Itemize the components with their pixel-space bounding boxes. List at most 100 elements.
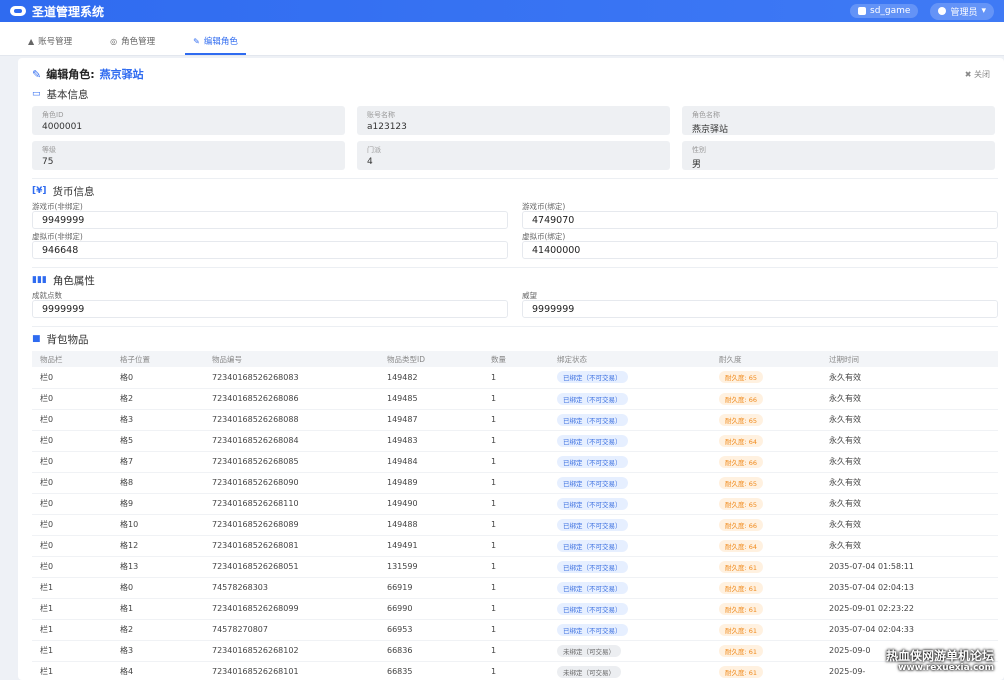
user-avatar-icon — [938, 7, 947, 15]
close-icon: ✖ — [964, 69, 972, 79]
field-label: 游戏币(非绑定) — [32, 202, 83, 211]
user-name: 管理员 — [950, 7, 978, 18]
cell-item-id: 74578268303 — [204, 577, 379, 599]
wallet-icon: [¥] — [32, 186, 47, 196]
prestige: 威望 9999999 — [522, 290, 998, 318]
table-row: 栏1 格1 72340168526268099 66990 1 已绑定（不可交易） 耐久度:… — [32, 598, 998, 620]
bind-status-badge: 已绑定（不可交易） — [557, 497, 628, 510]
edit-icon: ✎ — [193, 36, 200, 46]
col-cell: 格子位置 — [112, 351, 204, 367]
cell-expire: 永久有效 — [821, 388, 998, 410]
cell-durability: 耐久度: 61 — [711, 577, 821, 599]
cell-type-id: 66953 — [379, 619, 483, 641]
chevron-down-icon: ▾ — [981, 6, 986, 16]
id-card-icon: ▭ — [32, 89, 41, 99]
cell-cell: 格2 — [112, 388, 204, 410]
cell-cell: 格1 — [112, 598, 204, 620]
bind-status-badge: 已绑定（不可交易） — [557, 539, 628, 552]
cell-durability: 耐久度: 65 — [711, 367, 821, 389]
cell-expire: 永久有效 — [821, 472, 998, 494]
cell-item-id: 72340168526268051 — [204, 556, 379, 578]
field-value: 4000001 — [42, 122, 83, 132]
achievement-points: 成就点数 9999999 — [32, 290, 508, 318]
cell-expire: 2035-07-04 01:58:11 — [821, 556, 998, 578]
section-title: 基本信息 — [46, 88, 89, 101]
cell-slot: 栏0 — [32, 409, 112, 431]
durability-badge: 耐久度: 64 — [719, 539, 764, 552]
title-prefix: 编辑角色: — [46, 68, 95, 81]
section-title: 背包物品 — [46, 333, 89, 346]
section-attributes: ▮▮▮ 角色属性 — [32, 272, 996, 288]
table-row: 栏0 格9 72340168526268110 149490 1 已绑定（不可交易） 耐久度… — [32, 493, 998, 515]
cell-durability: 耐久度: 65 — [711, 409, 821, 431]
field-label: 游戏币(绑定) — [522, 202, 566, 211]
close-button[interactable]: ✖ 关闭 — [965, 69, 990, 80]
cell-expire: 永久有效 — [821, 367, 998, 389]
durability-badge: 耐久度: 61 — [719, 623, 764, 636]
cell-slot: 栏1 — [32, 661, 112, 680]
cell-durability: 耐久度: 64 — [711, 535, 821, 557]
cell-cell: 格5 — [112, 430, 204, 452]
tab-edit-role[interactable]: ✎ 编辑角色 — [185, 35, 246, 55]
game-coin-bound: 游戏币(绑定) 4749070 — [522, 201, 998, 229]
cell-durability: 耐久度: 61 — [711, 640, 821, 662]
cell-item-id: 72340168526268089 — [204, 514, 379, 536]
cell-type-id: 149482 — [379, 367, 483, 389]
cell-expire: 永久有效 — [821, 451, 998, 473]
cell-type-id: 149485 — [379, 388, 483, 410]
game-coin-bound-input[interactable]: 4749070 — [522, 211, 998, 229]
prestige-input[interactable]: 9999999 — [522, 300, 998, 318]
durability-badge: 耐久度: 65 — [719, 371, 764, 384]
divider — [32, 326, 998, 327]
virtual-coin-bound-input[interactable]: 41400000 — [522, 241, 998, 259]
tab-role-management[interactable]: ◎ 角色管理 — [102, 35, 163, 55]
gamepad-icon — [10, 6, 26, 16]
cell-slot: 栏0 — [32, 367, 112, 389]
cell-type-id: 149488 — [379, 514, 483, 536]
col-type-id: 物品类型ID — [379, 351, 483, 367]
cell-expire: 永久有效 — [821, 514, 998, 536]
durability-badge: 耐久度: 65 — [719, 476, 764, 489]
cell-durability: 耐久度: 61 — [711, 619, 821, 641]
cell-cell: 格9 — [112, 493, 204, 515]
virtual-coin-unbound-input[interactable]: 946648 — [32, 241, 508, 259]
cell-expire: 永久有效 — [821, 493, 998, 515]
achievement-points-input[interactable]: 9999999 — [32, 300, 508, 318]
cell-slot: 栏0 — [32, 430, 112, 452]
bind-status-badge: 已绑定（不可交易） — [557, 560, 628, 573]
attributes-grid: 成就点数 9999999 威望 9999999 — [32, 290, 998, 318]
app-logo: 圣道管理系统 — [10, 3, 104, 20]
virtual-coin-unbound: 虚拟币(非绑定) 946648 — [32, 231, 508, 259]
bind-status-badge: 已绑定（不可交易） — [557, 602, 628, 615]
cell-type-id: 131599 — [379, 556, 483, 578]
cell-bind-status: 已绑定（不可交易） — [549, 577, 711, 599]
bind-status-badge: 已绑定（不可交易） — [557, 476, 628, 489]
watermark: 热血侠网游单机论坛 www.rexuexia.com — [886, 650, 994, 674]
durability-badge: 耐久度: 61 — [719, 581, 764, 594]
field-label: 等级 — [42, 146, 56, 154]
cell-durability: 耐久度: 61 — [711, 556, 821, 578]
table-row: 栏0 格7 72340168526268085 149484 1 已绑定（不可交易） 耐久度… — [32, 451, 998, 473]
cell-item-id: 72340168526268085 — [204, 451, 379, 473]
durability-badge: 耐久度: 66 — [719, 518, 764, 531]
cell-type-id: 149490 — [379, 493, 483, 515]
cell-quantity: 1 — [483, 577, 549, 599]
field-label: 虚拟币(非绑定) — [32, 232, 83, 241]
cell-cell: 格4 — [112, 661, 204, 680]
durability-badge: 耐久度: 65 — [719, 413, 764, 426]
cell-slot: 栏0 — [32, 472, 112, 494]
durability-badge: 耐久度: 61 — [719, 644, 764, 657]
cell-quantity: 1 — [483, 661, 549, 680]
cell-slot: 栏0 — [32, 514, 112, 536]
bind-status-badge: 已绑定（不可交易） — [557, 581, 628, 594]
game-coin-unbound-input[interactable]: 9949999 — [32, 211, 508, 229]
server-selector[interactable]: sd_game — [850, 4, 919, 18]
divider — [32, 178, 998, 179]
field-label: 角色ID — [42, 111, 64, 119]
cell-quantity: 1 — [483, 409, 549, 431]
bar-chart-icon: ▮▮▮ — [32, 275, 47, 285]
table-row: 栏0 格3 72340168526268088 149487 1 已绑定（不可交易） 耐久度… — [32, 409, 998, 431]
bag-items-table: 物品栏 格子位置 物品编号 物品类型ID 数量 绑定状态 耐久度 过期时间 栏0… — [32, 351, 998, 680]
user-menu[interactable]: 管理员 ▾ — [930, 2, 994, 20]
tab-account-management[interactable]: ▲ 账号管理 — [20, 35, 80, 55]
